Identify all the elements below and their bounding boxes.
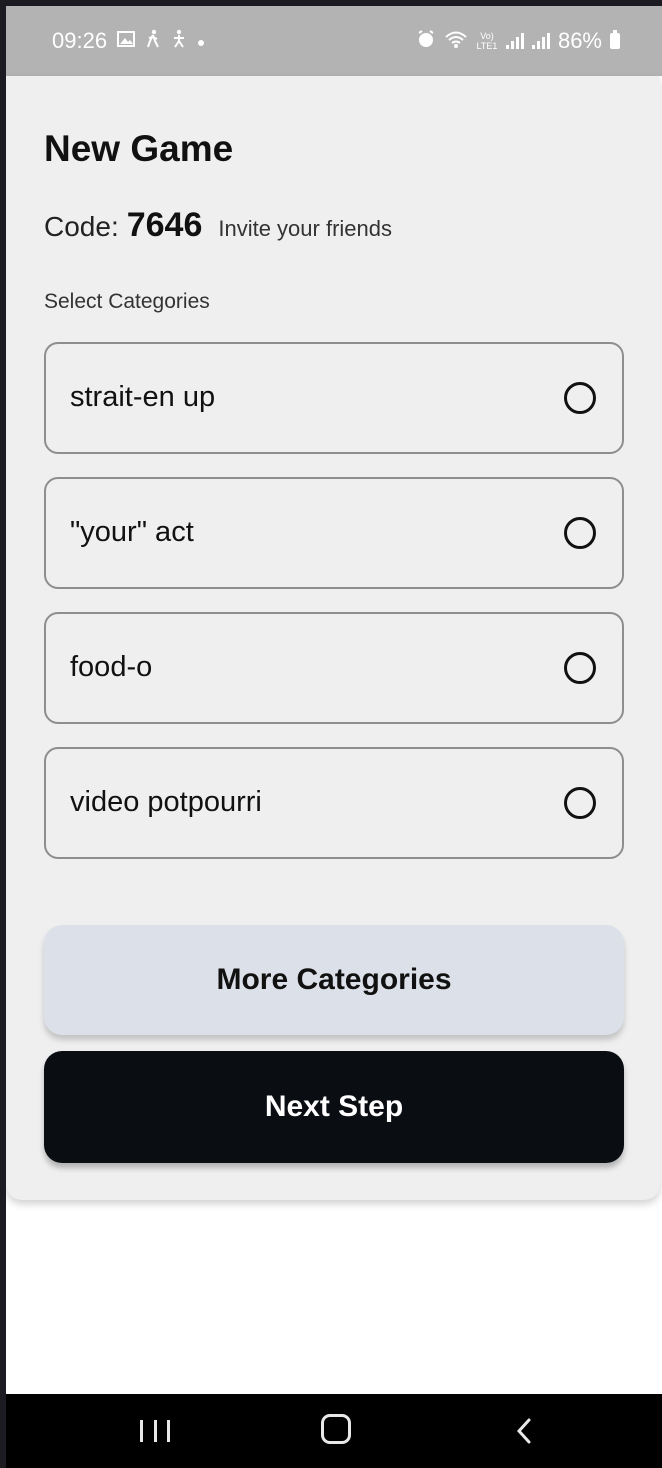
home-icon[interactable] bbox=[321, 1414, 351, 1444]
navigation-bar bbox=[6, 1394, 662, 1468]
category-label: video potpourri bbox=[70, 786, 262, 818]
recents-icon[interactable] bbox=[140, 1414, 170, 1448]
phone-screen: 09:26 Vo) LTE1 86% New Game Code: 7646 I… bbox=[6, 6, 662, 1468]
status-left: 09:26 bbox=[52, 28, 205, 54]
gallery-icon bbox=[117, 30, 136, 52]
code-label: Code: bbox=[44, 211, 119, 242]
battery-icon bbox=[610, 30, 620, 49]
category-option-strait-en-up[interactable]: strait-en up bbox=[44, 342, 624, 454]
signal-icon bbox=[531, 33, 550, 49]
alarm-icon bbox=[416, 29, 436, 54]
more-categories-button[interactable]: More Categories bbox=[44, 925, 624, 1035]
dot-icon bbox=[197, 30, 205, 52]
status-right: Vo) LTE1 86% bbox=[416, 28, 620, 54]
back-icon[interactable] bbox=[514, 1416, 534, 1446]
category-list: strait-en up "your" act food-o video pot… bbox=[44, 342, 624, 882]
radio-unchecked-icon[interactable] bbox=[564, 652, 596, 684]
next-step-button[interactable]: Next Step bbox=[44, 1051, 624, 1163]
status-bar: 09:26 Vo) LTE1 86% bbox=[6, 6, 662, 76]
category-label: "your" act bbox=[70, 516, 194, 548]
category-label: food-o bbox=[70, 651, 153, 683]
category-label: strait-en up bbox=[70, 381, 216, 413]
category-option-video-potpourri[interactable]: video potpourri bbox=[44, 747, 624, 859]
invite-friends-text: Invite your friends bbox=[218, 216, 392, 241]
game-code-row: Code: 7646 Invite your friends bbox=[44, 206, 392, 245]
status-time: 09:26 bbox=[52, 28, 108, 53]
code-value: 7646 bbox=[126, 206, 203, 244]
category-option-your-act[interactable]: "your" act bbox=[44, 477, 624, 589]
radio-unchecked-icon[interactable] bbox=[564, 382, 596, 414]
page-title: New Game bbox=[44, 128, 234, 169]
signal-icon bbox=[505, 33, 524, 49]
radio-unchecked-icon[interactable] bbox=[564, 517, 596, 549]
wifi-icon bbox=[444, 29, 468, 54]
volte-icon: Vo) LTE1 bbox=[476, 31, 498, 51]
radio-unchecked-icon[interactable] bbox=[564, 787, 596, 819]
walking-icon bbox=[145, 29, 161, 54]
battery-percent: 86% bbox=[557, 28, 602, 53]
new-game-card: New Game Code: 7646 Invite your friends … bbox=[6, 76, 660, 1200]
category-option-food-o[interactable]: food-o bbox=[44, 612, 624, 724]
select-categories-label: Select Categories bbox=[44, 290, 210, 313]
fitness-icon bbox=[171, 29, 187, 54]
